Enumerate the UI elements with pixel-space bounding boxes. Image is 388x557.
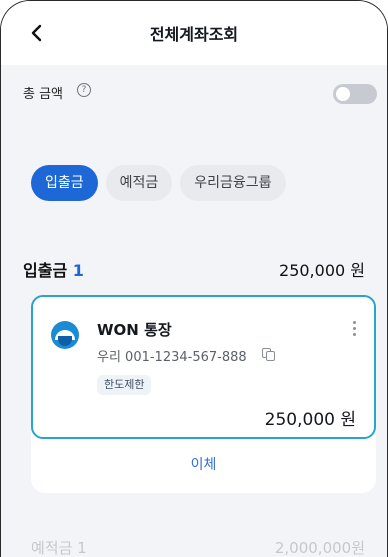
limit-badge: 한도제한 <box>97 375 152 395</box>
more-options-icon[interactable] <box>348 319 360 339</box>
account-name: WON 통장 <box>97 321 172 339</box>
section-title-text: 입출금 <box>23 261 68 280</box>
page-title: 전체계좌조회 <box>149 25 239 44</box>
section-count: 1 <box>72 261 84 280</box>
copy-icon[interactable] <box>262 348 275 361</box>
transfer-button[interactable]: 이체 <box>31 441 376 493</box>
section-total: 250,000 원 <box>279 261 365 280</box>
account-type-tabs: 입출금 예적금 우리금융그룹 <box>31 165 286 201</box>
bank-logo-icon <box>51 321 79 349</box>
total-amount-label: 총 금액 <box>23 87 64 102</box>
account-card-body[interactable]: WON 통장 우리 001-1234-567-888 한도제한 250,000 … <box>31 295 376 439</box>
section-title: 입출금 1 <box>23 257 84 281</box>
account-balance: 250,000 원 <box>264 410 356 430</box>
tab-deposit-withdrawal[interactable]: 입출금 <box>31 165 98 201</box>
help-icon[interactable]: ? <box>77 83 91 97</box>
account-number: 우리 001-1234-567-888 <box>97 350 247 365</box>
total-amount-row: 총 금액 ? <box>1 65 387 125</box>
next-section-header: 예적금 1 2,000,000원 <box>23 537 365 557</box>
toggle-knob <box>336 87 350 101</box>
tab-woori-financial-group[interactable]: 우리금융그룹 <box>180 165 286 201</box>
section-header: 입출금 1 250,000 원 <box>23 255 365 281</box>
total-amount-toggle[interactable] <box>333 84 377 104</box>
next-section-total: 2,000,000원 <box>274 539 365 557</box>
account-card: WON 통장 우리 001-1234-567-888 한도제한 250,000 … <box>31 295 376 493</box>
tab-savings[interactable]: 예적금 <box>105 165 173 201</box>
phone-frame: 전체계좌조회 총 금액 ? 입출금 예적금 우리금융그룹 입출금 1 250,0… <box>0 0 388 557</box>
top-bar: 전체계좌조회 <box>1 1 387 65</box>
next-section-title: 예적금 1 <box>31 539 87 557</box>
